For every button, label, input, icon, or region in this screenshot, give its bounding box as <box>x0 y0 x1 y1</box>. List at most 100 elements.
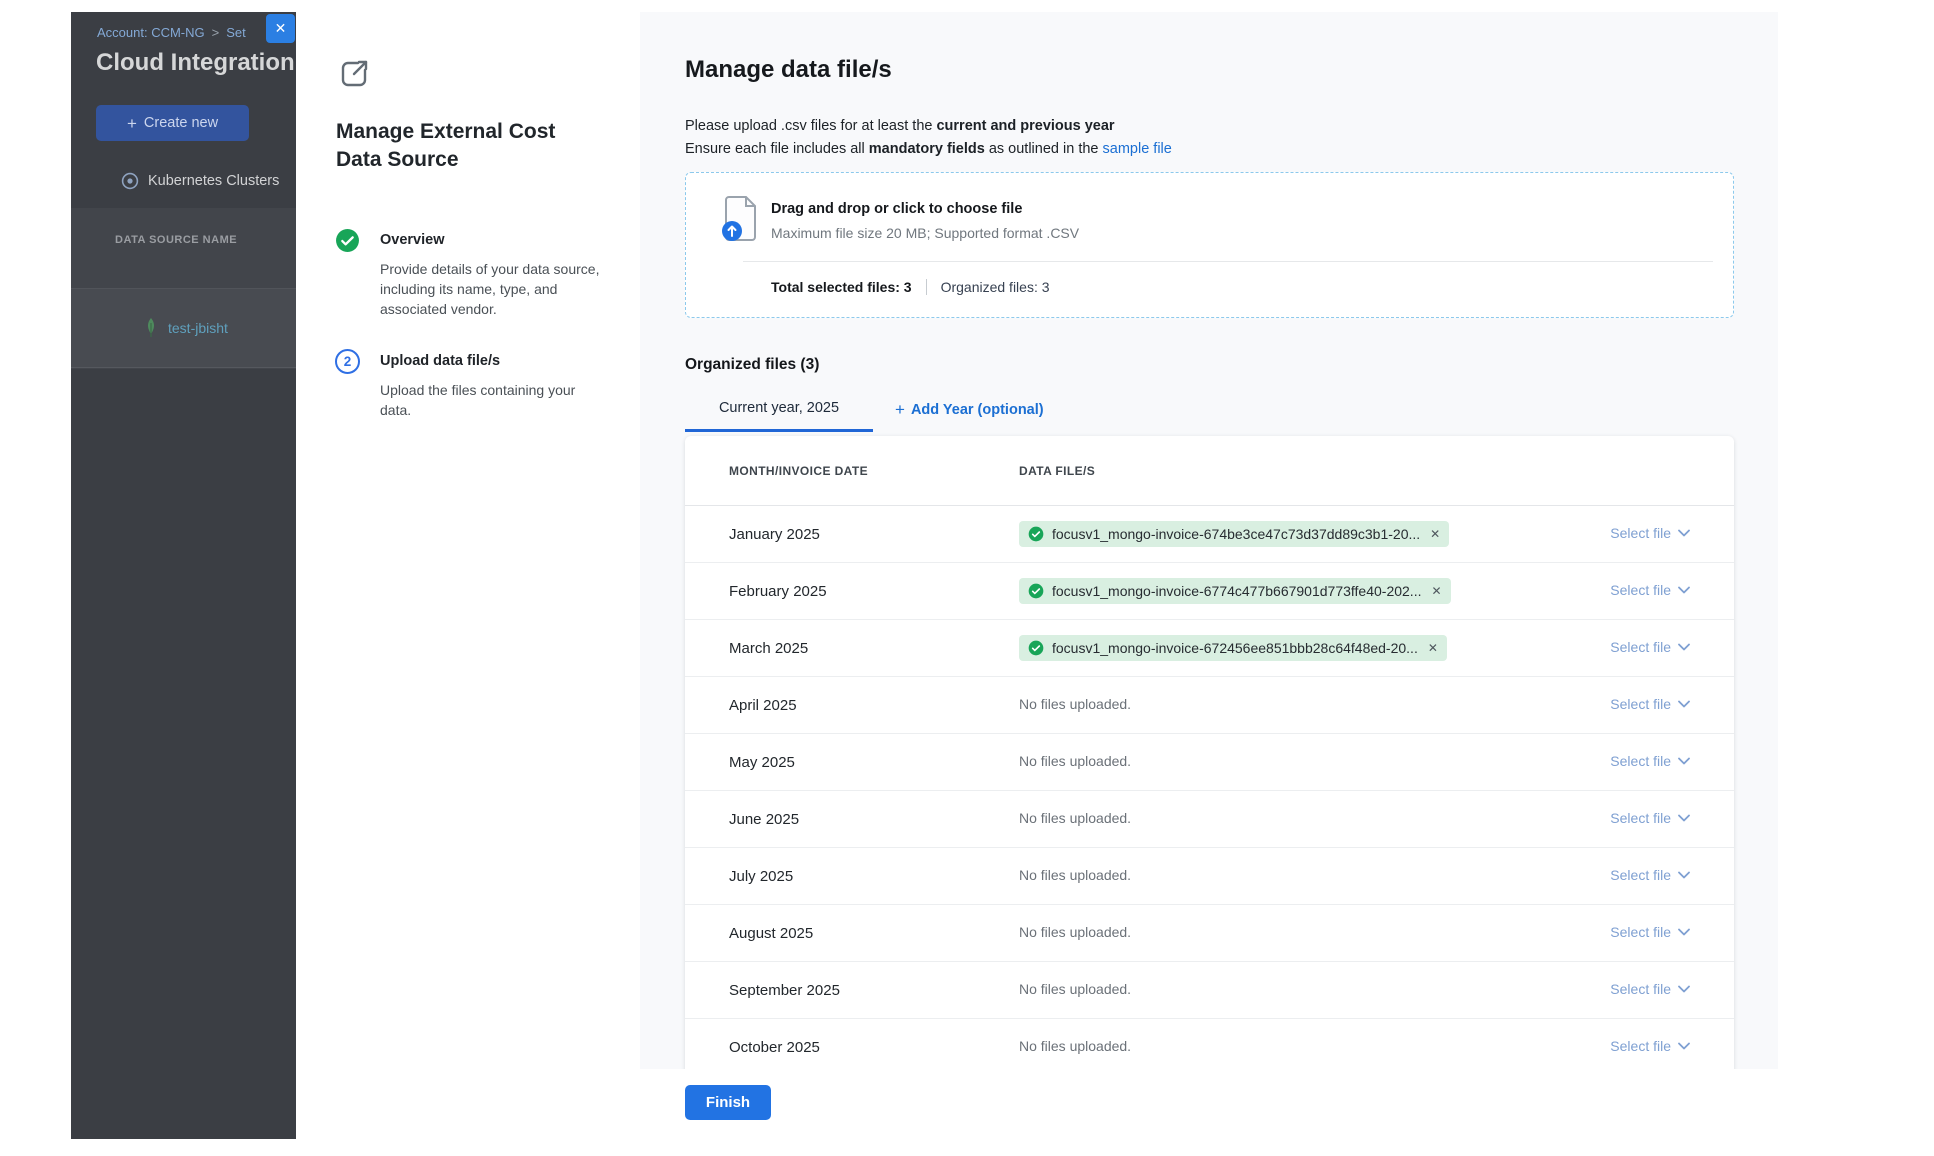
month-label: August 2025 <box>729 925 1019 942</box>
select-cell: Select file <box>1580 753 1690 771</box>
select-file-label: Select file <box>1610 981 1671 997</box>
remove-file-icon[interactable]: ✕ <box>1431 584 1441 598</box>
remove-file-icon[interactable]: ✕ <box>1430 527 1440 541</box>
step-2-number-badge[interactable]: 2 <box>335 349 360 374</box>
mongodb-leaf-icon <box>144 318 158 338</box>
remove-file-icon[interactable]: ✕ <box>1428 641 1438 655</box>
plus-icon: + <box>127 115 137 132</box>
select-file-button[interactable]: Select file <box>1610 525 1690 541</box>
select-cell: Select file <box>1580 1038 1690 1056</box>
chevron-down-icon <box>1678 643 1690 651</box>
tab-kubernetes-label: Kubernetes Clusters <box>148 173 279 189</box>
file-cell: No files uploaded. <box>1019 696 1580 714</box>
create-new-label: Create new <box>144 115 218 131</box>
empty-file-text: No files uploaded. <box>1019 696 1131 712</box>
table-row: June 2025 No files uploaded. Select file <box>685 791 1734 848</box>
select-file-label: Select file <box>1610 810 1671 826</box>
select-file-button[interactable]: Select file <box>1610 639 1690 655</box>
chevron-down-icon <box>1678 871 1690 879</box>
tab-current-year[interactable]: Current year, 2025 <box>685 400 873 432</box>
page-title: Cloud Integration <box>96 49 295 77</box>
select-cell: Select file <box>1580 639 1690 657</box>
select-cell: Select file <box>1580 867 1690 885</box>
step-2-title[interactable]: Upload data file/s <box>380 353 500 369</box>
select-file-button[interactable]: Select file <box>1610 924 1690 940</box>
breadcrumb-account: Account: CCM-NG <box>97 25 205 40</box>
step-2-description: Upload the files containing your data. <box>380 380 608 420</box>
add-year-label: Add Year (optional) <box>911 402 1044 418</box>
tab-kubernetes-clusters: Kubernetes Clusters <box>121 172 279 190</box>
table-row: October 2025 No files uploaded. Select f… <box>685 1019 1734 1076</box>
instruction-line-1: Please upload .csv files for at least th… <box>685 115 1172 138</box>
chevron-down-icon <box>1678 586 1690 594</box>
organized-files-heading: Organized files (3) <box>685 356 819 374</box>
organized-files-count: Organized files: 3 <box>941 279 1050 295</box>
file-cell: focusv1_mongo-invoice-672456ee851bbb28c6… <box>1019 635 1580 661</box>
select-file-button[interactable]: Select file <box>1610 810 1690 826</box>
step-1-description: Provide details of your data source, inc… <box>380 259 608 319</box>
select-file-label: Select file <box>1610 867 1671 883</box>
month-label: April 2025 <box>729 697 1019 714</box>
chevron-down-icon <box>1678 700 1690 708</box>
file-check-icon <box>1028 526 1044 542</box>
create-new-button: + Create new <box>96 105 249 141</box>
close-icon: ✕ <box>275 20 287 37</box>
select-file-button[interactable]: Select file <box>1610 867 1690 883</box>
upload-step-content: Manage data file/s Please upload .csv fi… <box>640 12 1778 1139</box>
file-cell: No files uploaded. <box>1019 924 1580 942</box>
breadcrumb: Account: CCM-NG > Set <box>97 25 246 40</box>
step-1-complete-check-icon[interactable] <box>335 228 360 253</box>
file-check-icon <box>1028 640 1044 656</box>
select-file-label: Select file <box>1610 924 1671 940</box>
empty-file-text: No files uploaded. <box>1019 867 1131 883</box>
file-cell: No files uploaded. <box>1019 981 1580 999</box>
select-file-button[interactable]: Select file <box>1610 981 1690 997</box>
file-name: focusv1_mongo-invoice-672456ee851bbb28c6… <box>1052 640 1418 656</box>
kubernetes-icon <box>121 172 139 190</box>
select-file-button[interactable]: Select file <box>1610 582 1690 598</box>
sample-file-link[interactable]: sample file <box>1103 141 1172 157</box>
month-label: September 2025 <box>729 982 1019 999</box>
chevron-down-icon <box>1678 985 1690 993</box>
file-cell: No files uploaded. <box>1019 810 1580 828</box>
select-cell: Select file <box>1580 525 1690 543</box>
file-dropzone[interactable]: Drag and drop or click to choose file Ma… <box>685 172 1734 318</box>
chevron-down-icon <box>1678 928 1690 936</box>
table-row: March 2025 focusv1_mongo-invoice-672456e… <box>685 620 1734 677</box>
table-body: January 2025 focusv1_mongo-invoice-674be… <box>685 506 1734 1076</box>
select-cell: Select file <box>1580 924 1690 942</box>
table-row: August 2025 No files uploaded. Select fi… <box>685 905 1734 962</box>
select-file-label: Select file <box>1610 582 1671 598</box>
section-title: Manage data file/s <box>685 56 892 84</box>
instruction-bold: mandatory fields <box>869 141 985 157</box>
select-cell: Select file <box>1580 696 1690 714</box>
select-file-label: Select file <box>1610 525 1671 541</box>
select-file-button[interactable]: Select file <box>1610 753 1690 769</box>
total-selected-files: Total selected files: 3 <box>771 279 912 295</box>
table-row: February 2025 focusv1_mongo-invoice-6774… <box>685 563 1734 620</box>
add-year-button[interactable]: + Add Year (optional) <box>895 400 1044 418</box>
data-source-row: test-jbisht <box>71 288 296 368</box>
finish-button[interactable]: Finish <box>685 1085 771 1120</box>
select-cell: Select file <box>1580 810 1690 828</box>
month-label: May 2025 <box>729 754 1019 771</box>
header-month: MONTH/INVOICE DATE <box>729 464 1019 478</box>
select-file-button[interactable]: Select file <box>1610 696 1690 712</box>
file-chip: focusv1_mongo-invoice-674be3ce47c73d37dd… <box>1019 521 1449 547</box>
dropzone-divider <box>743 261 1713 262</box>
select-file-label: Select file <box>1610 696 1671 712</box>
month-label: July 2025 <box>729 868 1019 885</box>
stats-divider <box>926 279 927 295</box>
breadcrumb-section: Set <box>226 25 246 40</box>
table-row: May 2025 No files uploaded. Select file <box>685 734 1734 791</box>
header-data-file: DATA FILE/S <box>1019 464 1580 478</box>
step-1-title[interactable]: Overview <box>380 232 445 248</box>
file-check-icon <box>1028 583 1044 599</box>
empty-file-text: No files uploaded. <box>1019 981 1131 997</box>
file-name: focusv1_mongo-invoice-6774c477b667901d77… <box>1052 583 1421 599</box>
select-file-button[interactable]: Select file <box>1610 1038 1690 1054</box>
upload-file-icon <box>719 195 761 243</box>
close-button[interactable]: ✕ <box>266 14 295 43</box>
month-label: June 2025 <box>729 811 1019 828</box>
select-cell: Select file <box>1580 981 1690 999</box>
